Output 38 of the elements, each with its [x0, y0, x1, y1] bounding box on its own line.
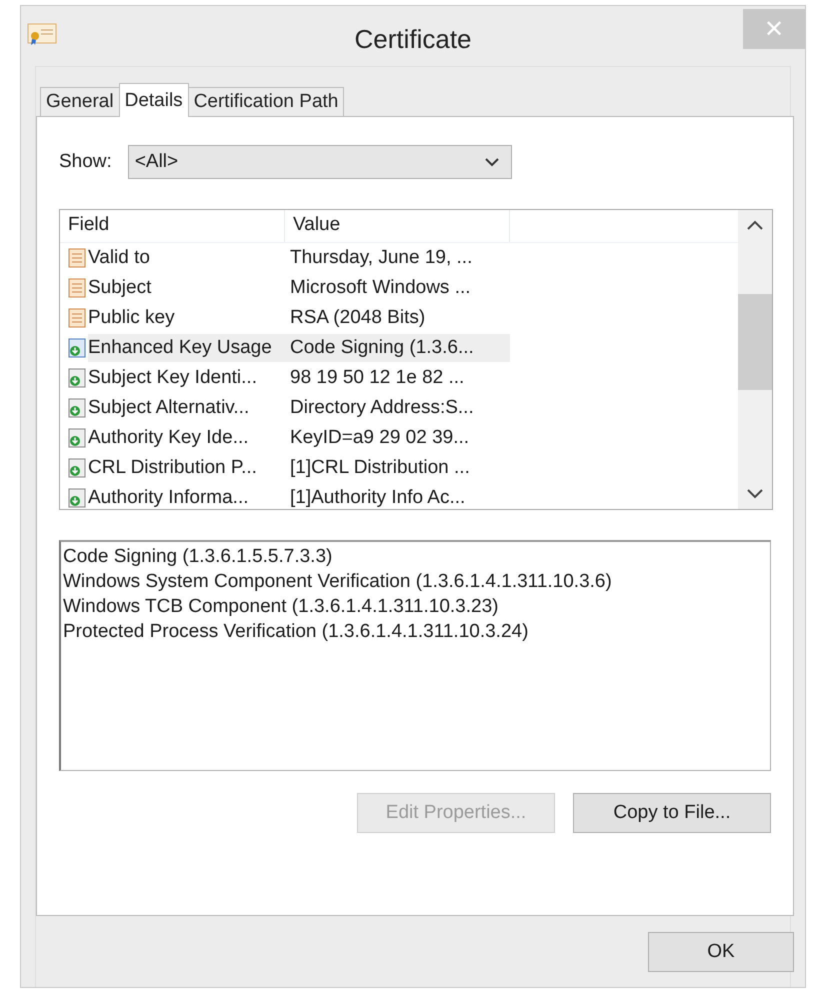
list-row[interactable]: Subject Microsoft Windows ... — [88, 274, 510, 302]
show-dropdown[interactable]: <All> — [128, 145, 512, 179]
column-header[interactable]: Value — [285, 210, 510, 242]
download-document-icon — [68, 338, 86, 358]
certificate-icon — [27, 22, 57, 46]
document-icon — [68, 248, 86, 268]
scroll-down-icon[interactable] — [747, 489, 763, 499]
chevron-down-icon — [484, 158, 499, 166]
download-document-icon — [68, 458, 86, 478]
list-row[interactable]: CRL Distribution P... [1]CRL Distribution ... — [88, 454, 510, 482]
document-icon — [68, 308, 86, 328]
scrollbar[interactable] — [738, 210, 772, 509]
document-icon — [68, 278, 86, 298]
ok-button[interactable]: OK — [648, 932, 794, 972]
detail-line: Windows System Component Verification (1.3.6.1.4.1.311.10.3.6) — [63, 570, 613, 594]
list-row[interactable]: Valid to Thursday, June 19, ... — [88, 244, 510, 272]
detail-line: Windows TCB Component (1.3.6.1.4.1.311.10.3.23) — [63, 595, 500, 619]
download-document-icon — [68, 368, 86, 388]
detail-line: Code Signing (1.3.6.1.5.5.7.3.3) — [63, 545, 334, 569]
scroll-up-icon[interactable] — [747, 220, 763, 230]
download-document-icon — [68, 428, 86, 448]
list-row[interactable]: Authority Key Ide... KeyID=a9 29 02 39... — [88, 424, 510, 452]
list-row[interactable]: Public key RSA (2048 Bits) — [88, 304, 510, 332]
list-row[interactable]: Subject Key Identi... 98 19 50 12 1e 82 ... — [88, 364, 510, 392]
detail-line: Protected Process Verification (1.3.6.1.4.1.311.10.3.24) — [63, 620, 530, 644]
download-document-icon — [68, 488, 86, 508]
tab[interactable]: Certification Path — [188, 87, 344, 116]
tab[interactable]: Details — [118, 83, 189, 117]
tab[interactable]: General — [40, 87, 120, 116]
scroll-thumb[interactable] — [738, 294, 772, 390]
window-title: Certificate — [354, 24, 472, 54]
list-row[interactable]: Authority Informa... [1]Authority Info Ac... — [88, 484, 510, 509]
list-row[interactable]: Subject Alternativ... Directory Address:S... — [88, 394, 510, 422]
download-document-icon — [68, 398, 86, 418]
show-label: Show: — [59, 151, 112, 173]
column-header[interactable]: Field — [60, 210, 285, 242]
list-row[interactable]: Enhanced Key Usage Code Signing (1.3.6... — [88, 334, 510, 362]
copy-to-file-button[interactable]: Copy to File... — [573, 793, 771, 833]
